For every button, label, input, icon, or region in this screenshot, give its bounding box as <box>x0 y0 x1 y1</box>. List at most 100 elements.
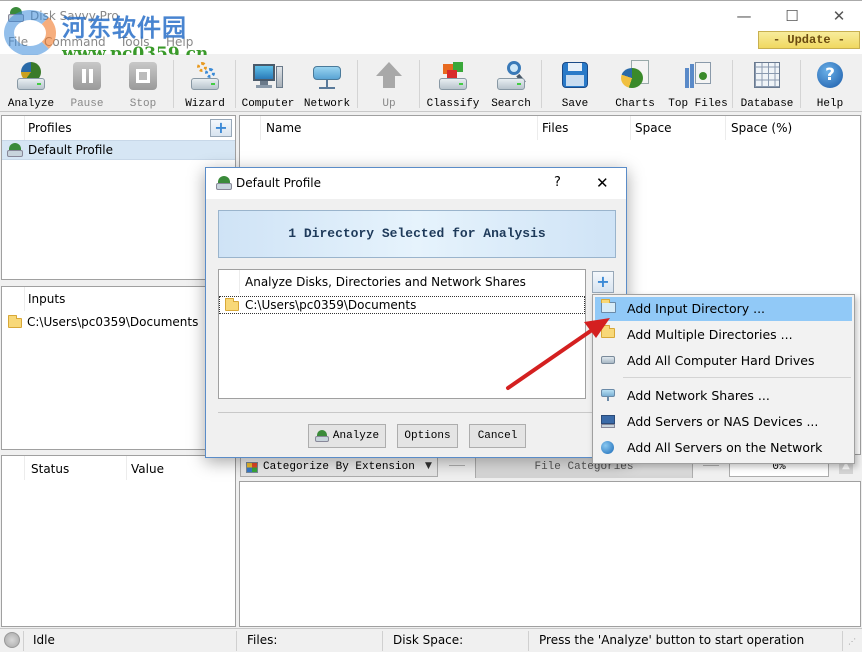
status-message: Press the 'Analyze' button to start oper… <box>539 633 805 647</box>
files-column-header[interactable]: Files <box>542 116 568 140</box>
update-button[interactable]: - Update - <box>758 31 860 49</box>
profiles-panel: Profiles + Default Profile <box>1 115 236 280</box>
inputs-list-item[interactable]: C:\Users\pc0359\Documents <box>219 296 585 314</box>
name-column-header[interactable]: Name <box>266 116 301 140</box>
files-label: Files: <box>247 633 278 647</box>
dialog-title: Default Profile <box>236 176 321 190</box>
wizard-icon <box>189 60 221 92</box>
toolbar-separator <box>173 60 174 108</box>
inputs-header: Inputs <box>28 292 66 306</box>
analyze-disk-icon <box>314 430 329 442</box>
charts-button[interactable]: Charts <box>610 57 660 111</box>
categorize-select-value: Categorize By Extension <box>263 461 415 473</box>
globe-icon <box>601 441 615 454</box>
dialog-cancel-button[interactable]: Cancel <box>469 424 526 448</box>
network-icon <box>311 60 343 92</box>
menu-item-add-multiple-directories[interactable]: Add Multiple Directories ... <box>595 323 852 347</box>
dialog-help-button[interactable]: ? <box>554 175 561 190</box>
window-title: Disk Savvy Pro <box>30 9 119 23</box>
inputs-list-header: Analyze Disks, Directories and Network S… <box>245 275 526 289</box>
computer-button[interactable]: Computer <box>241 57 295 111</box>
toolbar-separator <box>419 60 420 108</box>
close-button[interactable]: ✕ <box>816 1 862 31</box>
profile-label: Default Profile <box>28 143 113 157</box>
splitter-handle[interactable] <box>449 465 465 466</box>
help-icon: ? <box>814 60 846 92</box>
menu-tools[interactable]: Tools <box>120 35 150 49</box>
status-panel: Status Value <box>1 455 236 627</box>
toolbar-separator <box>800 60 801 108</box>
inputs-list: Analyze Disks, Directories and Network S… <box>218 269 586 399</box>
charts-icon <box>619 60 651 92</box>
search-button[interactable]: Search <box>486 57 536 111</box>
input-item[interactable]: C:\Users\pc0359\Documents <box>2 313 235 333</box>
dialog-app-icon <box>216 176 232 190</box>
menu-file[interactable]: File <box>8 35 28 49</box>
stop-button[interactable]: Stop <box>118 57 168 111</box>
classify-button[interactable]: Classify <box>425 57 481 111</box>
status-column-header[interactable]: Status <box>31 457 69 481</box>
space-percent-column-header[interactable]: Space (%) <box>731 116 792 140</box>
minimize-icon: — <box>736 7 752 25</box>
hard-drive-icon <box>601 354 615 367</box>
app-icon <box>8 7 24 23</box>
folder-icon <box>225 298 239 311</box>
network-button[interactable]: Network <box>302 57 352 111</box>
dialog-close-button[interactable]: ✕ <box>596 174 609 192</box>
save-icon <box>559 60 591 92</box>
profile-icon <box>7 143 23 157</box>
computer-icon <box>252 60 284 92</box>
up-button[interactable]: Up <box>364 57 414 111</box>
chevron-down-icon: ▼ <box>425 461 432 471</box>
pause-button[interactable]: Pause <box>62 57 112 111</box>
profiles-header: Profiles <box>28 121 72 135</box>
menu-item-add-input-directory[interactable]: Add Input Directory ... <box>595 297 852 321</box>
menu-item-add-all-hard-drives[interactable]: Add All Computer Hard Drives <box>595 349 852 373</box>
menu-bar: File Command Tools Help <box>0 32 862 54</box>
inputs-list-path: C:\Users\pc0359\Documents <box>245 298 417 312</box>
status-bar: Idle Files: Disk Space: Press the 'Analy… <box>0 628 862 652</box>
help-button[interactable]: ? Help <box>806 57 854 111</box>
top-files-icon <box>682 60 714 92</box>
wizard-button[interactable]: Wizard <box>180 57 230 111</box>
save-button[interactable]: Save <box>550 57 600 111</box>
add-input-menu: Add Input Directory ... Add Multiple Dir… <box>592 294 855 464</box>
analysis-banner: 1 Directory Selected for Analysis <box>218 210 616 258</box>
menu-separator <box>623 377 851 378</box>
toolbar-separator <box>732 60 733 108</box>
space-column-header[interactable]: Space <box>635 116 672 140</box>
maximize-button[interactable]: ☐ <box>769 1 815 31</box>
top-files-button[interactable]: Top Files <box>668 57 728 111</box>
minimize-button[interactable]: — <box>721 1 767 31</box>
dialog-options-button[interactable]: Options <box>397 424 458 448</box>
resize-grip-icon[interactable]: ⋰ <box>848 637 856 646</box>
menu-item-add-all-servers[interactable]: Add All Servers on the Network <box>595 436 852 460</box>
folder-open-icon <box>601 299 616 315</box>
value-column-header[interactable]: Value <box>131 457 164 481</box>
dialog-analyze-button[interactable]: Analyze <box>308 424 386 448</box>
menu-item-add-servers-nas[interactable]: Add Servers or NAS Devices ... <box>595 410 852 434</box>
search-icon <box>495 60 527 92</box>
menu-help[interactable]: Help <box>166 35 193 49</box>
analyze-button[interactable]: Analyze <box>6 57 56 111</box>
profile-dialog: Default Profile ? ✕ 1 Directory Selected… <box>205 167 627 458</box>
database-icon <box>751 60 783 92</box>
add-input-button[interactable]: + <box>592 271 614 293</box>
toolbar-separator <box>357 60 358 108</box>
plus-icon: + <box>596 272 610 291</box>
pause-icon <box>71 60 103 92</box>
splitter-handle[interactable] <box>703 465 719 466</box>
menu-item-add-network-shares[interactable]: Add Network Shares ... <box>595 384 852 408</box>
profile-item[interactable]: Default Profile <box>2 140 235 160</box>
maximize-icon: ☐ <box>785 7 799 25</box>
status-state: Idle <box>33 633 55 647</box>
toolbar-separator <box>235 60 236 108</box>
categories-icon <box>246 462 258 473</box>
title-bar: Disk Savvy Pro — ☐ ✕ <box>0 0 862 32</box>
database-button[interactable]: Database <box>738 57 796 111</box>
menu-command[interactable]: Command <box>44 35 106 49</box>
categorize-select[interactable]: Categorize By Extension ▼ <box>240 457 438 477</box>
add-profile-button[interactable]: + <box>210 119 232 137</box>
network-share-icon <box>601 389 615 402</box>
analyze-disk-icon <box>15 60 47 92</box>
